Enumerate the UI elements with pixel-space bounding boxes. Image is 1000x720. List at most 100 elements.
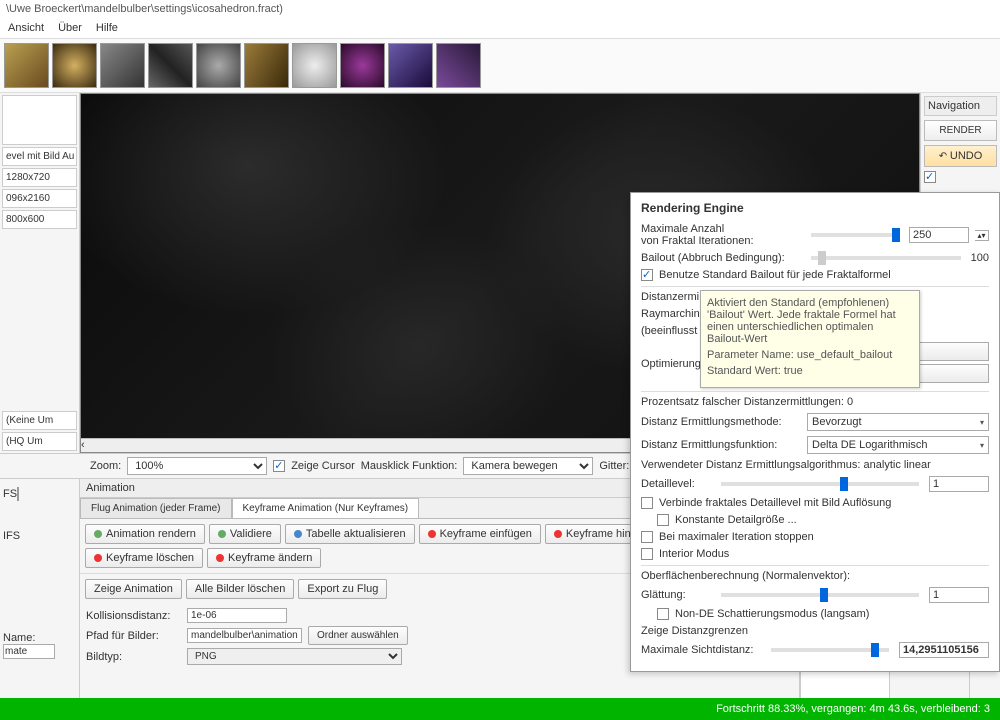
name-input[interactable] [3,644,55,659]
menu-ueber[interactable]: Über [58,22,82,34]
preset-thumb[interactable] [388,43,433,88]
bailout-slider[interactable] [811,256,961,260]
table-refresh-button[interactable]: Tabelle aktualisieren [285,524,415,544]
menu-hilfe[interactable]: Hilfe [96,22,118,34]
anim-render-button[interactable]: Animation rendern [85,524,205,544]
preset-thumbnails [0,39,1000,93]
verbinde-label: Verbinde fraktales Detaillevel mit Bild … [659,497,891,509]
res-option[interactable]: 1280x720 [2,168,77,187]
cursor-checkbox[interactable] [273,460,285,472]
fs-label: FS [3,488,17,500]
delete-all-button[interactable]: Alle Bilder löschen [186,579,295,599]
level-label: evel mit Bild Au [2,147,77,166]
refresh-icon [294,530,302,538]
validate-button[interactable]: Validiere [209,524,281,544]
maxiter-label: Bei maximaler Iteration stoppen [659,531,814,543]
bildtyp-select[interactable]: PNG [187,648,402,665]
konstante-checkbox[interactable] [657,514,669,526]
iter-label: Maximale Anzahl [641,223,801,235]
falsch-label: Prozentsatz falscher Distanzermittlungen… [641,396,853,408]
detail-input[interactable] [929,476,989,492]
zoom-label: Zoom: [90,460,121,472]
maxsicht-input[interactable] [899,642,989,658]
mausklick-select[interactable]: Kamera bewegen [463,457,593,475]
check-icon [218,530,226,538]
preset-thumb[interactable] [100,43,145,88]
menubar: Ansicht Über Hilfe [0,18,1000,39]
undo-button[interactable]: ↶ UNDO [924,145,997,167]
preset-thumb[interactable] [52,43,97,88]
lower-left-panel: FS IFS Name: [0,479,80,709]
zoom-select[interactable]: 100% [127,457,267,475]
func-label: Distanz Ermittlungsfunktion: [641,439,801,451]
ifs-label: IFS [3,530,20,542]
keyframe-insert-button[interactable]: Keyframe einfügen [419,524,541,544]
record-icon [94,554,102,562]
nonde-checkbox[interactable] [657,608,669,620]
preset-thumb[interactable] [4,43,49,88]
keyframe-modify-button[interactable]: Keyframe ändern [207,548,321,568]
pfad-input[interactable] [187,628,302,643]
glatt-slider[interactable] [721,593,919,597]
tooltip-text: Aktiviert den Standard (empfohlenen) 'Ba… [707,297,913,345]
beein-label: (beeinflusst Q [641,325,709,337]
render-button[interactable]: RENDER [924,120,997,141]
oberfl-label: Oberflächenberechnung (Normalenvektor): [641,570,850,582]
preset-thumb[interactable] [292,43,337,88]
tab-keyframe[interactable]: Keyframe Animation (Nur Keyframes) [232,498,420,518]
hq-option[interactable]: (HQ Um [2,432,77,451]
gear-icon [94,530,102,538]
keyframe-delete-button[interactable]: Keyframe löschen [85,548,203,568]
glatt-label: Glättung: [641,589,711,601]
res-option[interactable]: 096x2160 [2,189,77,208]
mausklick-label: Mausklick Funktion: [361,460,458,472]
anim-header: Animation [86,482,135,494]
func-select[interactable]: Delta DE Logarithmisch [807,436,989,454]
verbinde-checkbox[interactable] [641,497,653,509]
ray-label: Raymarching [641,308,706,320]
name-label: Name: [3,632,35,644]
iter-slider[interactable] [811,233,899,237]
spinner-icon[interactable]: ▴▾ [975,230,989,241]
engine-title: Rendering Engine [641,201,989,215]
sidebar-box [2,95,77,145]
iter-input[interactable] [909,227,969,243]
progress-text: Fortschritt 88.33%, vergangen: 4m 43.6s,… [716,703,990,715]
res-option[interactable]: 800x600 [2,210,77,229]
preset-thumb[interactable] [244,43,289,88]
keine-option[interactable]: (Keine Um [2,411,77,430]
gitter-label: Gitter: [599,460,629,472]
zeigedist-label: Zeige Distanzgrenzen [641,625,748,637]
method-select[interactable]: Bevorzugt [807,413,989,431]
folder-button[interactable]: Ordner auswählen [308,626,408,645]
left-sidebar: evel mit Bild Au 1280x720 096x2160 800x6… [0,93,80,453]
nonde-label: Non-DE Schattierungsmodus (langsam) [675,608,869,620]
tooltip: Aktiviert den Standard (empfohlenen) 'Ba… [700,290,920,388]
record-icon [554,530,562,538]
tab-flug[interactable]: Flug Animation (jeder Frame) [80,498,232,518]
record-icon [216,554,224,562]
show-anim-button[interactable]: Zeige Animation [85,579,182,599]
maxsicht-slider[interactable] [771,648,889,652]
auto-refresh-checkbox[interactable] [924,171,936,183]
maxsicht-label: Maximale Sichtdistanz: [641,644,761,656]
preset-thumb[interactable] [196,43,241,88]
glatt-input[interactable] [929,587,989,603]
bailout-value: 100 [971,252,989,264]
preset-thumb[interactable] [340,43,385,88]
nav-header: Navigation [924,96,997,116]
export-flug-button[interactable]: Export zu Flug [298,579,387,599]
interior-checkbox[interactable] [641,548,653,560]
preset-thumb[interactable] [436,43,481,88]
preset-thumb[interactable] [148,43,193,88]
fs-toggle[interactable] [17,487,19,501]
tooltip-default: Standard Wert: true [707,365,913,377]
status-bar: Fortschritt 88.33%, vergangen: 4m 43.6s,… [0,698,1000,720]
detail-slider[interactable] [721,482,919,486]
default-bailout-checkbox[interactable] [641,269,653,281]
menu-ansicht[interactable]: Ansicht [8,22,44,34]
pfad-label: Pfad für Bilder: [86,630,181,642]
maxiter-checkbox[interactable] [641,531,653,543]
detail-label: Detaillevel: [641,478,711,490]
kolli-input[interactable] [187,608,287,623]
